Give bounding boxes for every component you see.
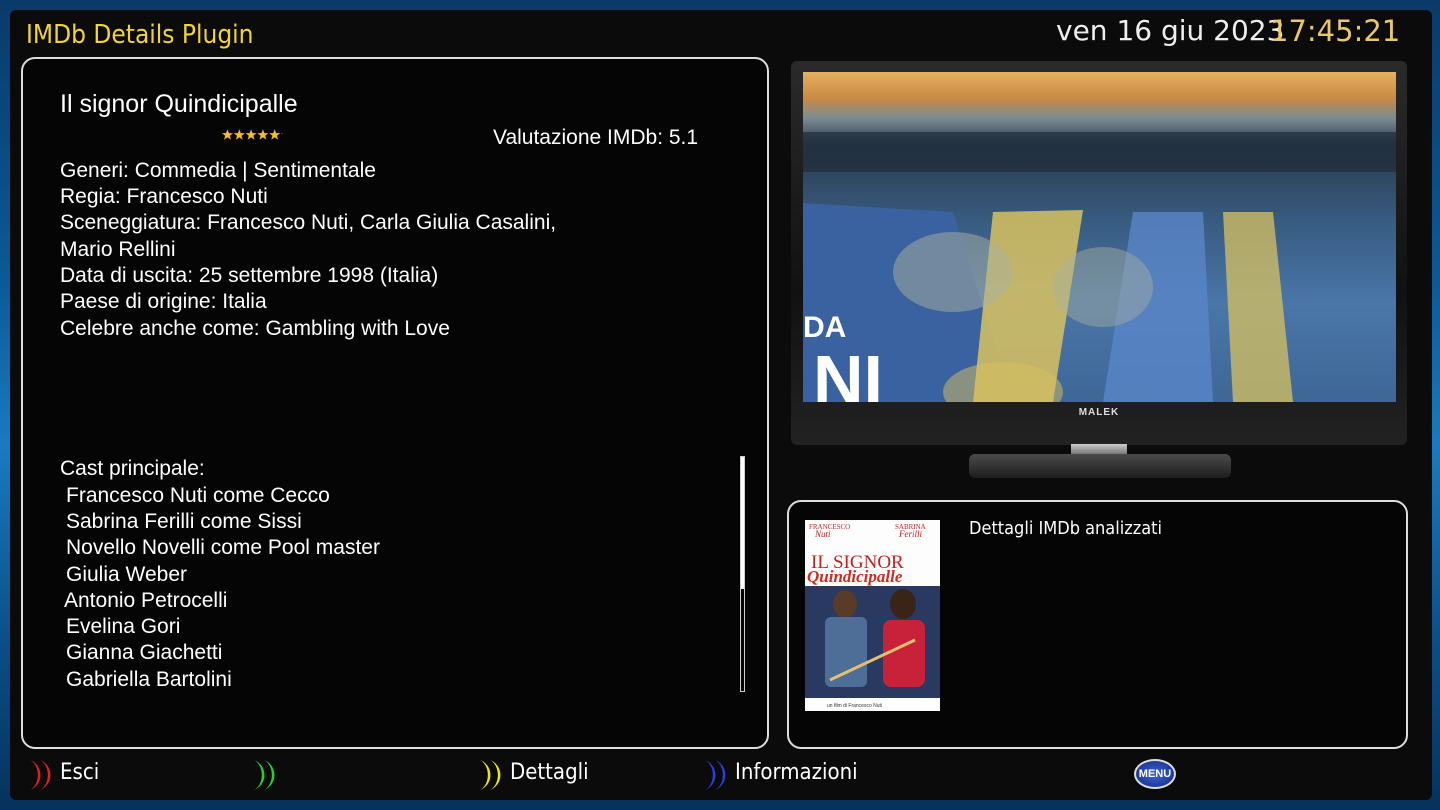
cast-item: Gabriella Bartolini [66, 668, 232, 691]
star-mark [222, 128, 234, 140]
cast-item: Giulia Weber [66, 563, 187, 586]
star-mark [233, 128, 246, 140]
poster-credit: un film di Francesco Nuti [827, 703, 882, 709]
tv-video-frame: DA NI [803, 132, 1396, 402]
director-line: Regia: Francesco Nuti [60, 185, 268, 208]
star-mark [328, 130, 339, 140]
blue-key-icon[interactable] [701, 758, 735, 792]
date-display: ven 16 giu 2023 [1056, 14, 1285, 47]
menu-button[interactable]: MENU [1134, 759, 1176, 789]
star-mark [257, 128, 269, 140]
cast-heading: Cast principale: [60, 457, 205, 480]
star-mark [280, 133, 283, 135]
tv-preview: DA NI MALEK [791, 61, 1407, 481]
genres-line: Generi: Commedia | Sentimentale [60, 159, 376, 182]
tv-brand-label: MALEK [1078, 407, 1120, 418]
cast-item: Antonio Petrocelli [64, 589, 228, 612]
yellow-key-label[interactable]: Dettagli [510, 760, 589, 785]
star-mark [268, 128, 281, 140]
scrollbar-thumb[interactable] [741, 457, 744, 589]
yellow-key-icon[interactable] [476, 758, 510, 792]
clock-display: 17:45:21 [1270, 14, 1401, 48]
cast-item: Evelina Gori [66, 615, 181, 638]
tv-stand [969, 454, 1231, 478]
cast-scrollbar[interactable] [740, 456, 745, 692]
red-key-label[interactable]: Esci [60, 760, 99, 785]
poster-actor-2-last: Ferilli [898, 529, 922, 539]
cast-item: Gianna Giachetti [66, 641, 223, 664]
cast-item: Sabrina Ferilli come Sissi [66, 510, 302, 533]
movie-title: Il signor Quindicipalle [60, 90, 298, 118]
aka-line: Celebre anche come: Gambling with Love [60, 317, 450, 340]
movie-poster: FRANCESCO Nuti SABRINA Ferilli IL SIGNOR… [805, 520, 940, 711]
star-mark [293, 130, 304, 140]
red-key-icon[interactable] [26, 758, 60, 792]
star-mark [305, 130, 316, 140]
star-mark [245, 128, 257, 140]
screenplay-line-cont: Mario Rellini [60, 238, 176, 261]
blue-key-label[interactable]: Informazioni [735, 760, 858, 785]
cast-item: Novello Novelli come Pool master [66, 536, 380, 559]
cast-item: Francesco Nuti come Cecco [66, 484, 330, 507]
status-message: Dettagli IMDb analizzati [969, 518, 1162, 539]
imdb-rating-label: Valutazione IMDb: 5.1 [493, 126, 699, 149]
green-key-icon[interactable] [250, 758, 284, 792]
country-line: Paese di origine: Italia [60, 290, 267, 313]
poster-title-2: Quindicipalle [807, 567, 903, 586]
tv-screen-text: DA [803, 311, 846, 344]
poster-actor-1-last: Nuti [814, 529, 831, 539]
plugin-title: IMDb Details Plugin [26, 20, 254, 50]
star-rating-icon [222, 128, 339, 140]
star-mark [317, 130, 328, 140]
tv-screen: DA NI [803, 72, 1396, 402]
tv-screen-text: NI [813, 341, 883, 402]
screenplay-line: Sceneggiatura: Francesco Nuti, Carla Giu… [60, 211, 557, 234]
release-date-line: Data di uscita: 25 settembre 1998 (Itali… [60, 264, 439, 287]
